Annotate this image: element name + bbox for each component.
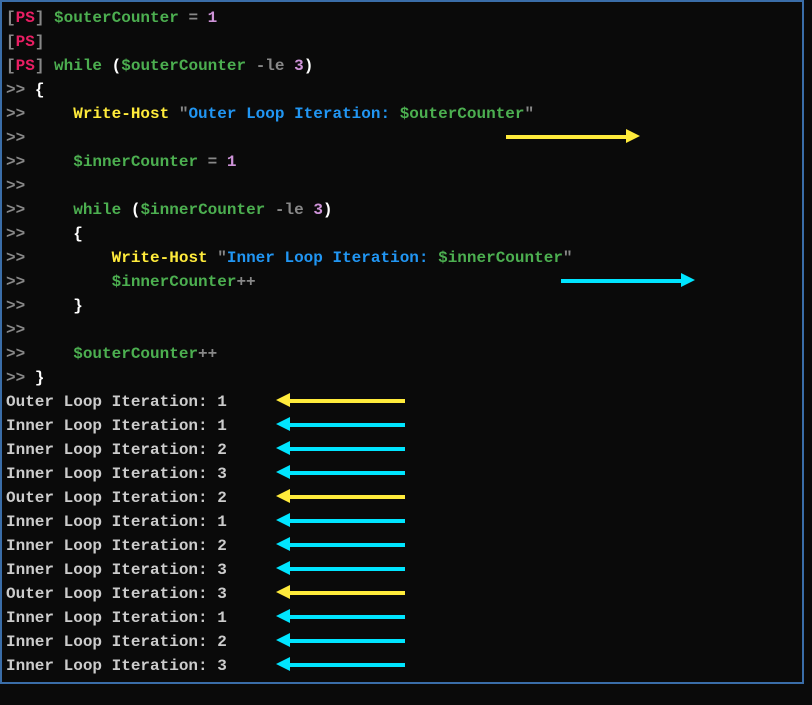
arrow-left-icon: [276, 538, 405, 552]
output-line: Inner Loop Iteration: 1: [6, 510, 798, 534]
code-line: >>: [6, 126, 798, 150]
arrow-left-icon: [276, 394, 405, 408]
arrow-right-icon: [506, 130, 640, 144]
code-line: [PS] while ($outerCounter -le 3): [6, 54, 798, 78]
code-line: >>: [6, 174, 798, 198]
code-line: >> {: [6, 78, 798, 102]
code-line: >> }: [6, 294, 798, 318]
output-text: Inner Loop Iteration: 1: [6, 417, 227, 435]
output-section: Outer Loop Iteration: 1 Inner Loop Iterat…: [6, 390, 798, 678]
arrow-left-icon: [276, 418, 405, 432]
output-line: Inner Loop Iteration: 3: [6, 558, 798, 582]
code-line: [PS] $outerCounter = 1: [6, 6, 798, 30]
terminal[interactable]: [PS] $outerCounter = 1 [PS] [PS] while (…: [6, 6, 798, 678]
arrow-left-icon: [276, 610, 405, 624]
code-line: [PS]: [6, 30, 798, 54]
arrow-left-icon: [276, 562, 405, 576]
arrow-left-icon: [276, 634, 405, 648]
arrow-left-icon: [276, 442, 405, 456]
code-line: >> Write-Host "Outer Loop Iteration: $ou…: [6, 102, 798, 126]
code-line: >> $innerCounter++: [6, 270, 798, 294]
arrow-right-icon: [561, 274, 695, 288]
arrow-left-icon: [276, 514, 405, 528]
output-text: Outer Loop Iteration: 2: [6, 489, 227, 507]
code-line: >>: [6, 318, 798, 342]
output-text: Outer Loop Iteration: 1: [6, 393, 227, 411]
output-line: Inner Loop Iteration: 1: [6, 414, 798, 438]
code-line: >> {: [6, 222, 798, 246]
code-line: >> $outerCounter++: [6, 342, 798, 366]
output-text: Inner Loop Iteration: 1: [6, 513, 227, 531]
output-line: Outer Loop Iteration: 1: [6, 390, 798, 414]
output-text: Inner Loop Iteration: 2: [6, 537, 227, 555]
output-text: Inner Loop Iteration: 3: [6, 561, 227, 579]
output-text: Inner Loop Iteration: 2: [6, 633, 227, 651]
code-line: >> $innerCounter = 1: [6, 150, 798, 174]
output-line: Inner Loop Iteration: 2: [6, 630, 798, 654]
output-line: Inner Loop Iteration: 2: [6, 438, 798, 462]
output-line: Inner Loop Iteration: 2: [6, 534, 798, 558]
output-line: Inner Loop Iteration: 3: [6, 654, 798, 678]
code-line: >> }: [6, 366, 798, 390]
output-line: Inner Loop Iteration: 1: [6, 606, 798, 630]
output-text: Inner Loop Iteration: 1: [6, 609, 227, 627]
output-text: Inner Loop Iteration: 3: [6, 465, 227, 483]
code-line: >> while ($innerCounter -le 3): [6, 198, 798, 222]
arrow-left-icon: [276, 466, 405, 480]
arrow-left-icon: [276, 586, 405, 600]
output-text: Inner Loop Iteration: 3: [6, 657, 227, 675]
code-line: >> Write-Host "Inner Loop Iteration: $in…: [6, 246, 798, 270]
arrow-left-icon: [276, 490, 405, 504]
output-text: Outer Loop Iteration: 3: [6, 585, 227, 603]
output-line: Outer Loop Iteration: 2: [6, 486, 798, 510]
output-line: Inner Loop Iteration: 3: [6, 462, 798, 486]
arrow-left-icon: [276, 658, 405, 672]
output-text: Inner Loop Iteration: 2: [6, 441, 227, 459]
output-line: Outer Loop Iteration: 3: [6, 582, 798, 606]
